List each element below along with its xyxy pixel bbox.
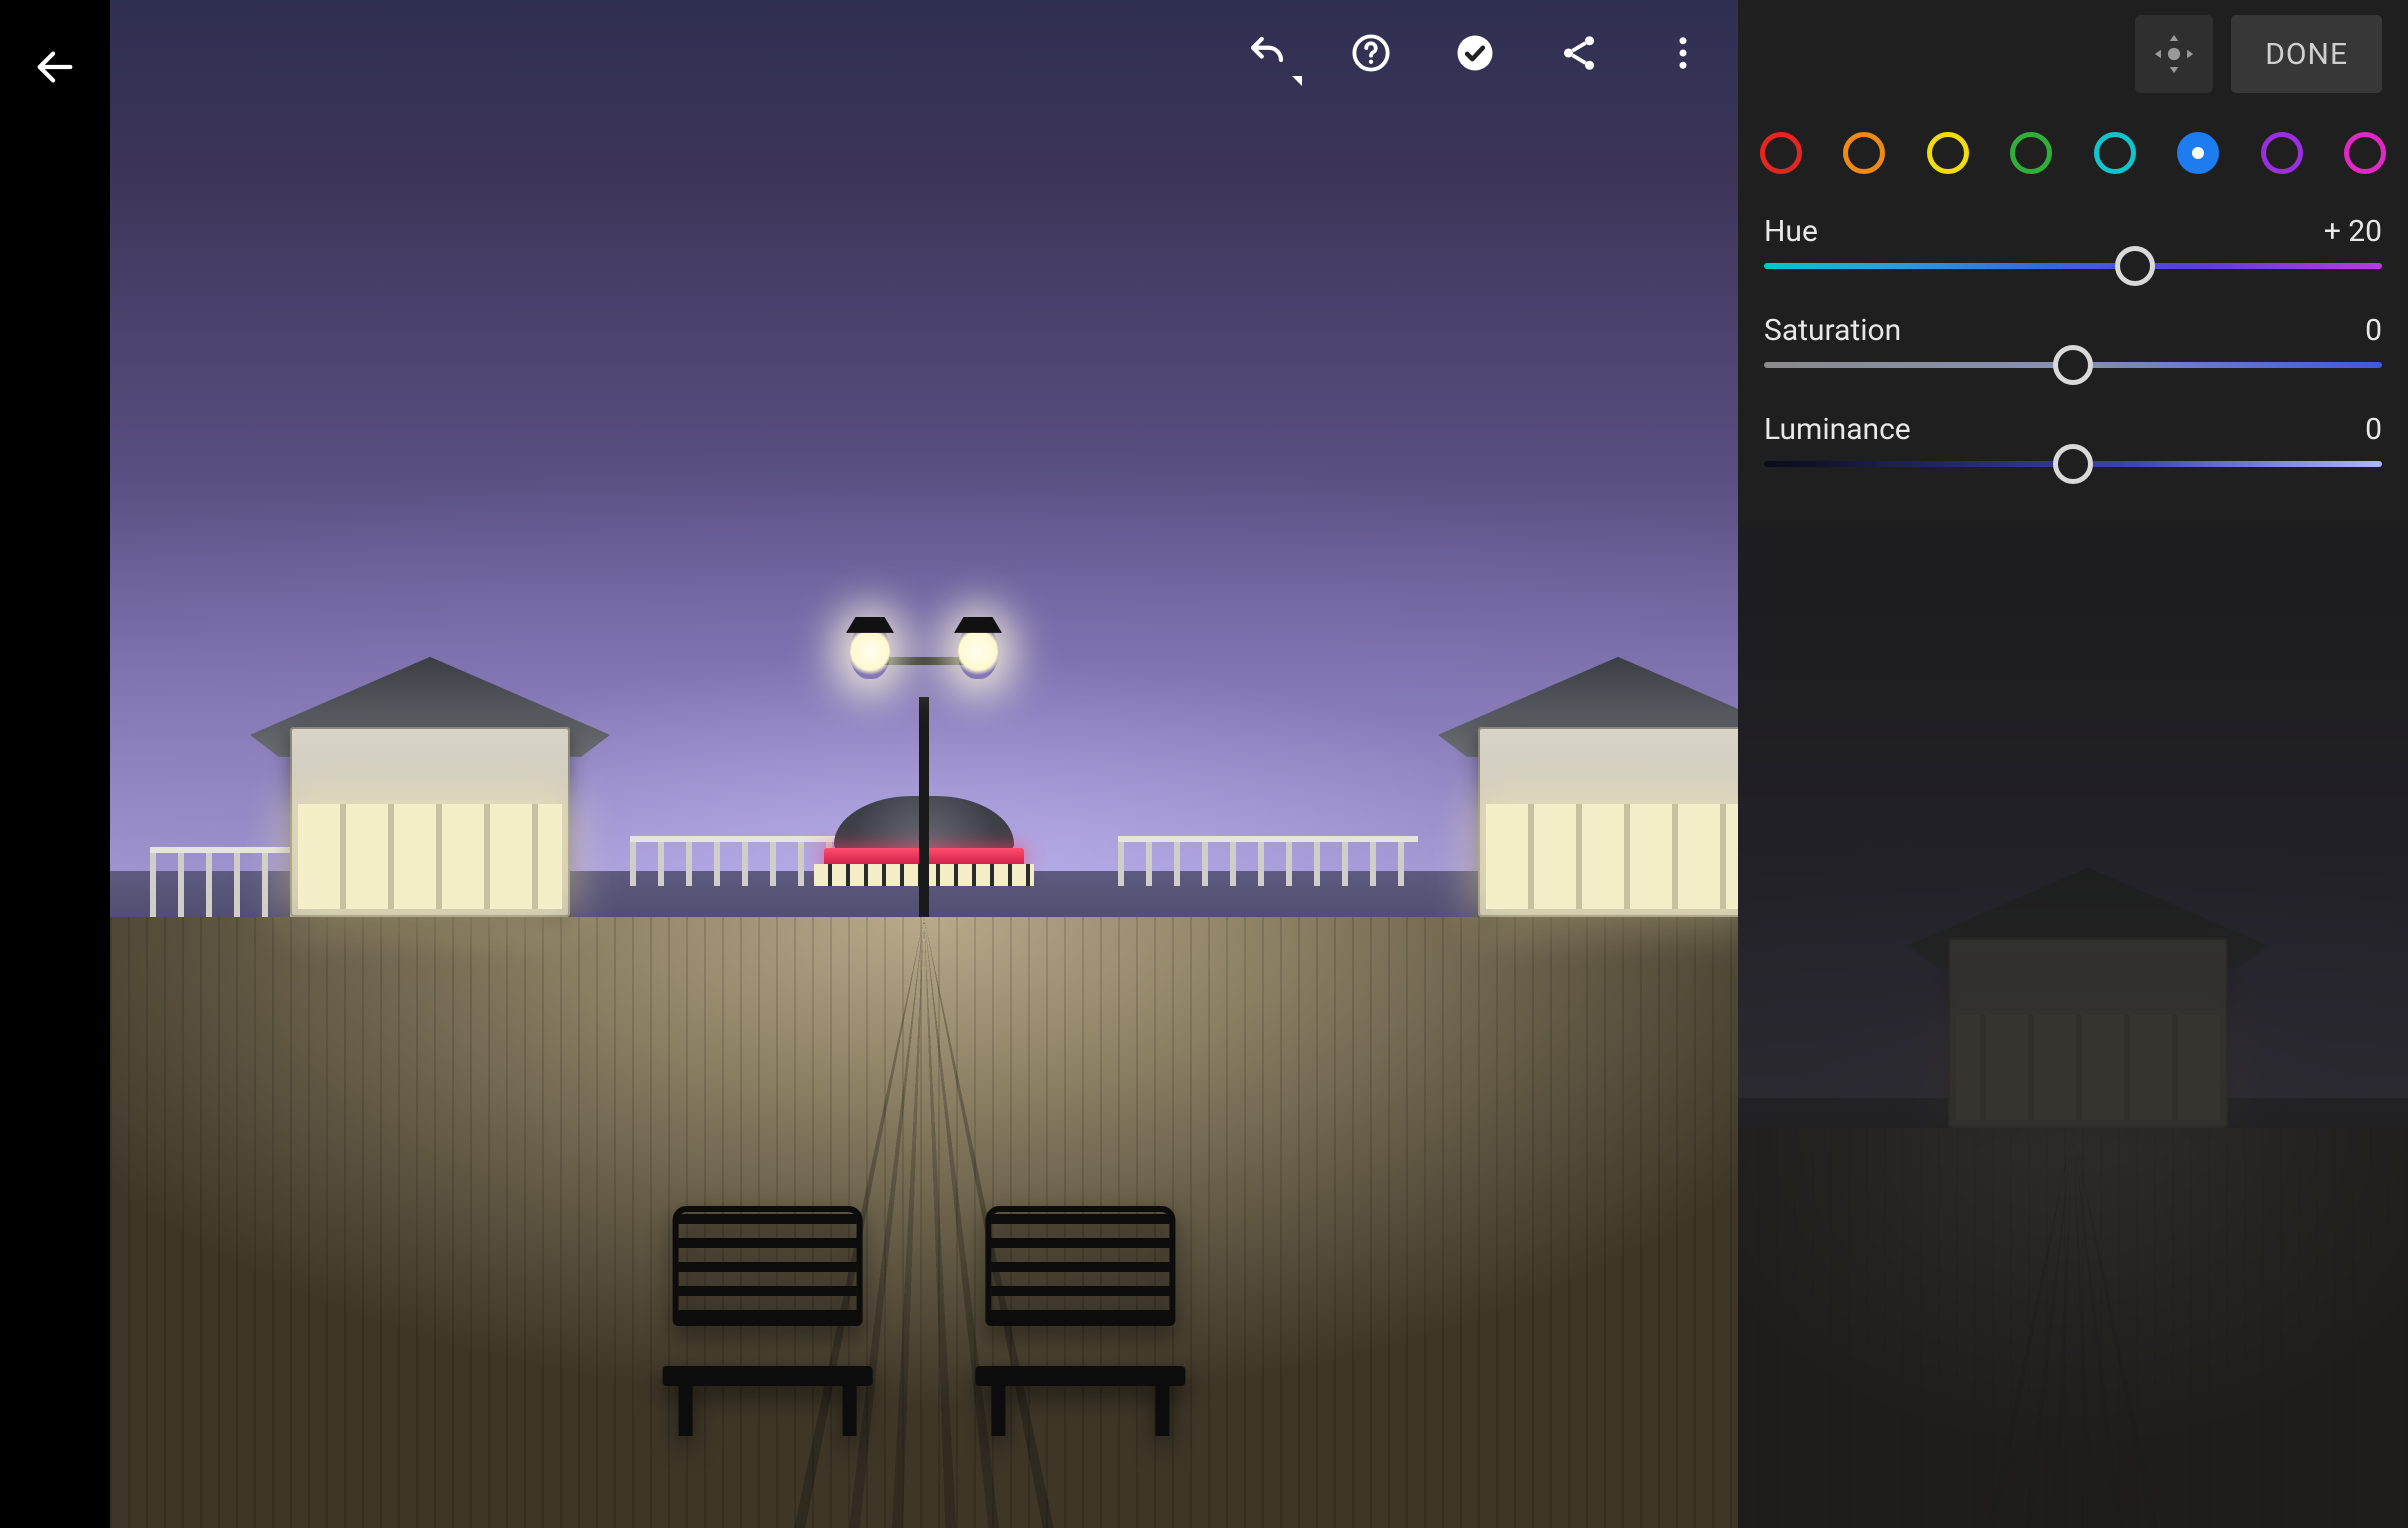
image-canvas[interactable] [110, 0, 1738, 1528]
color-swatch-yellow[interactable] [1927, 132, 1969, 174]
luminance-slider-knob[interactable] [2053, 444, 2093, 484]
hue-slider[interactable] [1764, 263, 2382, 269]
luminance-label: Luminance [1764, 412, 1911, 447]
photo-lamppost [844, 617, 1004, 917]
left-strip [0, 0, 110, 1528]
panel-lower-region [1738, 527, 2408, 1528]
photo-boardwalk [110, 917, 1738, 1528]
photo-kiosk [250, 657, 610, 917]
check-circle-icon [1454, 32, 1496, 74]
more-button[interactable] [1658, 28, 1708, 78]
hue-slider-knob[interactable] [2115, 246, 2155, 286]
photo-bench [965, 1196, 1195, 1436]
sliders-group: Hue + 20 Saturation 0 Luminance [1738, 214, 2408, 467]
undo-submenu-indicator-icon [1292, 76, 1302, 86]
move-panel-button[interactable] [2135, 15, 2213, 93]
saturation-slider-knob[interactable] [2053, 345, 2093, 385]
color-swatch-purple[interactable] [2261, 132, 2303, 174]
move-icon [2151, 31, 2197, 77]
photo-preview [110, 0, 1738, 1528]
help-button[interactable] [1346, 28, 1396, 78]
luminance-slider-row: Luminance 0 [1764, 412, 2382, 467]
share-icon [1558, 32, 1600, 74]
photo-kiosk [1438, 657, 1738, 917]
color-swatch-green[interactable] [2010, 132, 2052, 174]
hue-slider-row: Hue + 20 [1764, 214, 2382, 269]
luminance-slider[interactable] [1764, 461, 2382, 467]
luminance-value: 0 [2365, 412, 2382, 447]
photo-railing [1118, 836, 1418, 886]
photo-bench [653, 1196, 883, 1436]
saturation-slider-row: Saturation 0 [1764, 313, 2382, 368]
swatch-selected-dot-icon [2192, 147, 2204, 159]
panel-ghost-preview [1738, 527, 2408, 1528]
hue-label: Hue [1764, 214, 1818, 249]
hue-value: + 20 [2324, 214, 2382, 249]
more-vertical-icon [1662, 32, 1704, 74]
edit-panel: DONE Hue + 20 Saturation 0 [1738, 0, 2408, 1528]
color-swatch-orange[interactable] [1843, 132, 1885, 174]
done-label: DONE [2265, 37, 2348, 72]
undo-icon [1246, 32, 1288, 74]
color-swatch-blue[interactable] [2177, 132, 2219, 174]
undo-button[interactable] [1242, 28, 1292, 78]
color-swatch-aqua[interactable] [2094, 132, 2136, 174]
app-root: DONE Hue + 20 Saturation 0 [0, 0, 2408, 1528]
color-swatch-magenta[interactable] [2344, 132, 2386, 174]
done-button[interactable]: DONE [2231, 15, 2382, 93]
help-icon [1350, 32, 1392, 74]
saturation-value: 0 [2365, 313, 2382, 348]
saturation-slider[interactable] [1764, 362, 2382, 368]
back-arrow-icon [32, 44, 78, 90]
saturation-label: Saturation [1764, 313, 1901, 348]
color-swatch-red[interactable] [1760, 132, 1802, 174]
color-swatch-row [1738, 108, 2408, 214]
confirm-button[interactable] [1450, 28, 1500, 78]
panel-header: DONE [1738, 0, 2408, 108]
share-button[interactable] [1554, 28, 1604, 78]
back-button[interactable] [32, 44, 78, 94]
top-action-bar [1242, 28, 1708, 78]
